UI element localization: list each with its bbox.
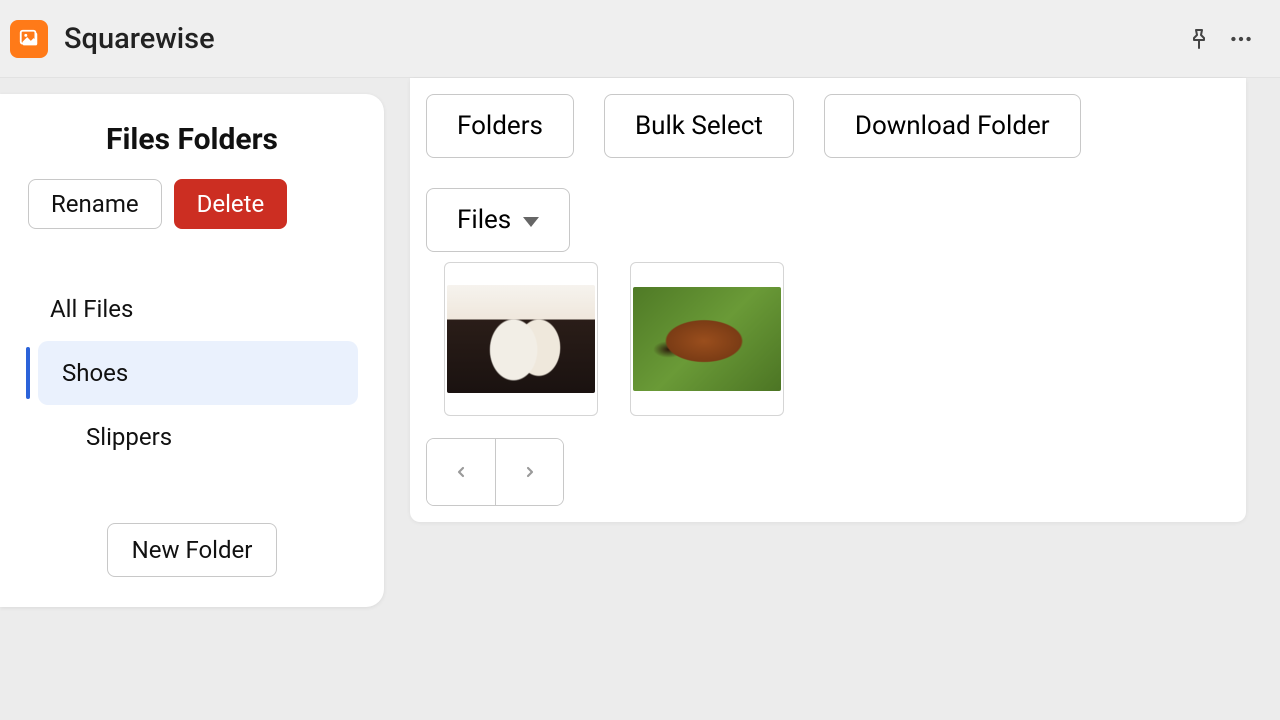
button-label: Folders <box>457 111 543 141</box>
folder-item-shoes[interactable]: Shoes <box>38 341 358 405</box>
files-dropdown[interactable]: Files <box>426 188 570 252</box>
file-grid <box>426 252 1230 434</box>
photos-icon <box>18 28 40 50</box>
folder-list: All Files Shoes Slippers <box>26 277 358 469</box>
folder-item-all-files[interactable]: All Files <box>26 277 358 341</box>
folder-label: Slippers <box>86 423 172 451</box>
new-folder-button[interactable]: New Folder <box>107 523 278 577</box>
sidebar-title: Files Folders <box>26 122 358 157</box>
delete-button[interactable]: Delete <box>174 179 288 229</box>
panel-toolbar: Folders Bulk Select Download Folder <box>426 94 1230 158</box>
file-thumbnail[interactable] <box>444 262 598 416</box>
next-page-button[interactable] <box>495 439 563 505</box>
folder-label: All Files <box>50 295 133 323</box>
pin-icon <box>1187 27 1211 51</box>
sidebar: Files Folders Rename Delete All Files Sh… <box>0 94 384 607</box>
image-preview-heels <box>447 285 595 393</box>
bulk-select-button[interactable]: Bulk Select <box>604 94 794 158</box>
more-horizontal-icon <box>1228 26 1254 52</box>
folder-item-slippers[interactable]: Slippers <box>26 405 358 469</box>
image-preview-brown-shoe <box>633 287 781 391</box>
chevron-left-icon <box>453 460 469 484</box>
app-logo <box>10 20 48 58</box>
chevron-down-icon <box>523 217 539 227</box>
prev-page-button[interactable] <box>427 439 495 505</box>
app-title: Squarewise <box>64 22 215 56</box>
button-label: Bulk Select <box>635 111 763 141</box>
folders-button[interactable]: Folders <box>426 94 574 158</box>
app-header: Squarewise <box>0 0 1280 78</box>
button-label: Files <box>457 205 511 235</box>
pin-button[interactable] <box>1178 18 1220 60</box>
content-panel: Folders Bulk Select Download Folder File… <box>410 78 1246 522</box>
file-thumbnail[interactable] <box>630 262 784 416</box>
folder-label: Shoes <box>62 359 128 387</box>
chevron-right-icon <box>522 460 538 484</box>
more-button[interactable] <box>1220 18 1262 60</box>
download-folder-button[interactable]: Download Folder <box>824 94 1081 158</box>
rename-button[interactable]: Rename <box>28 179 162 229</box>
button-label: Download Folder <box>855 111 1050 141</box>
pagination <box>426 438 564 506</box>
